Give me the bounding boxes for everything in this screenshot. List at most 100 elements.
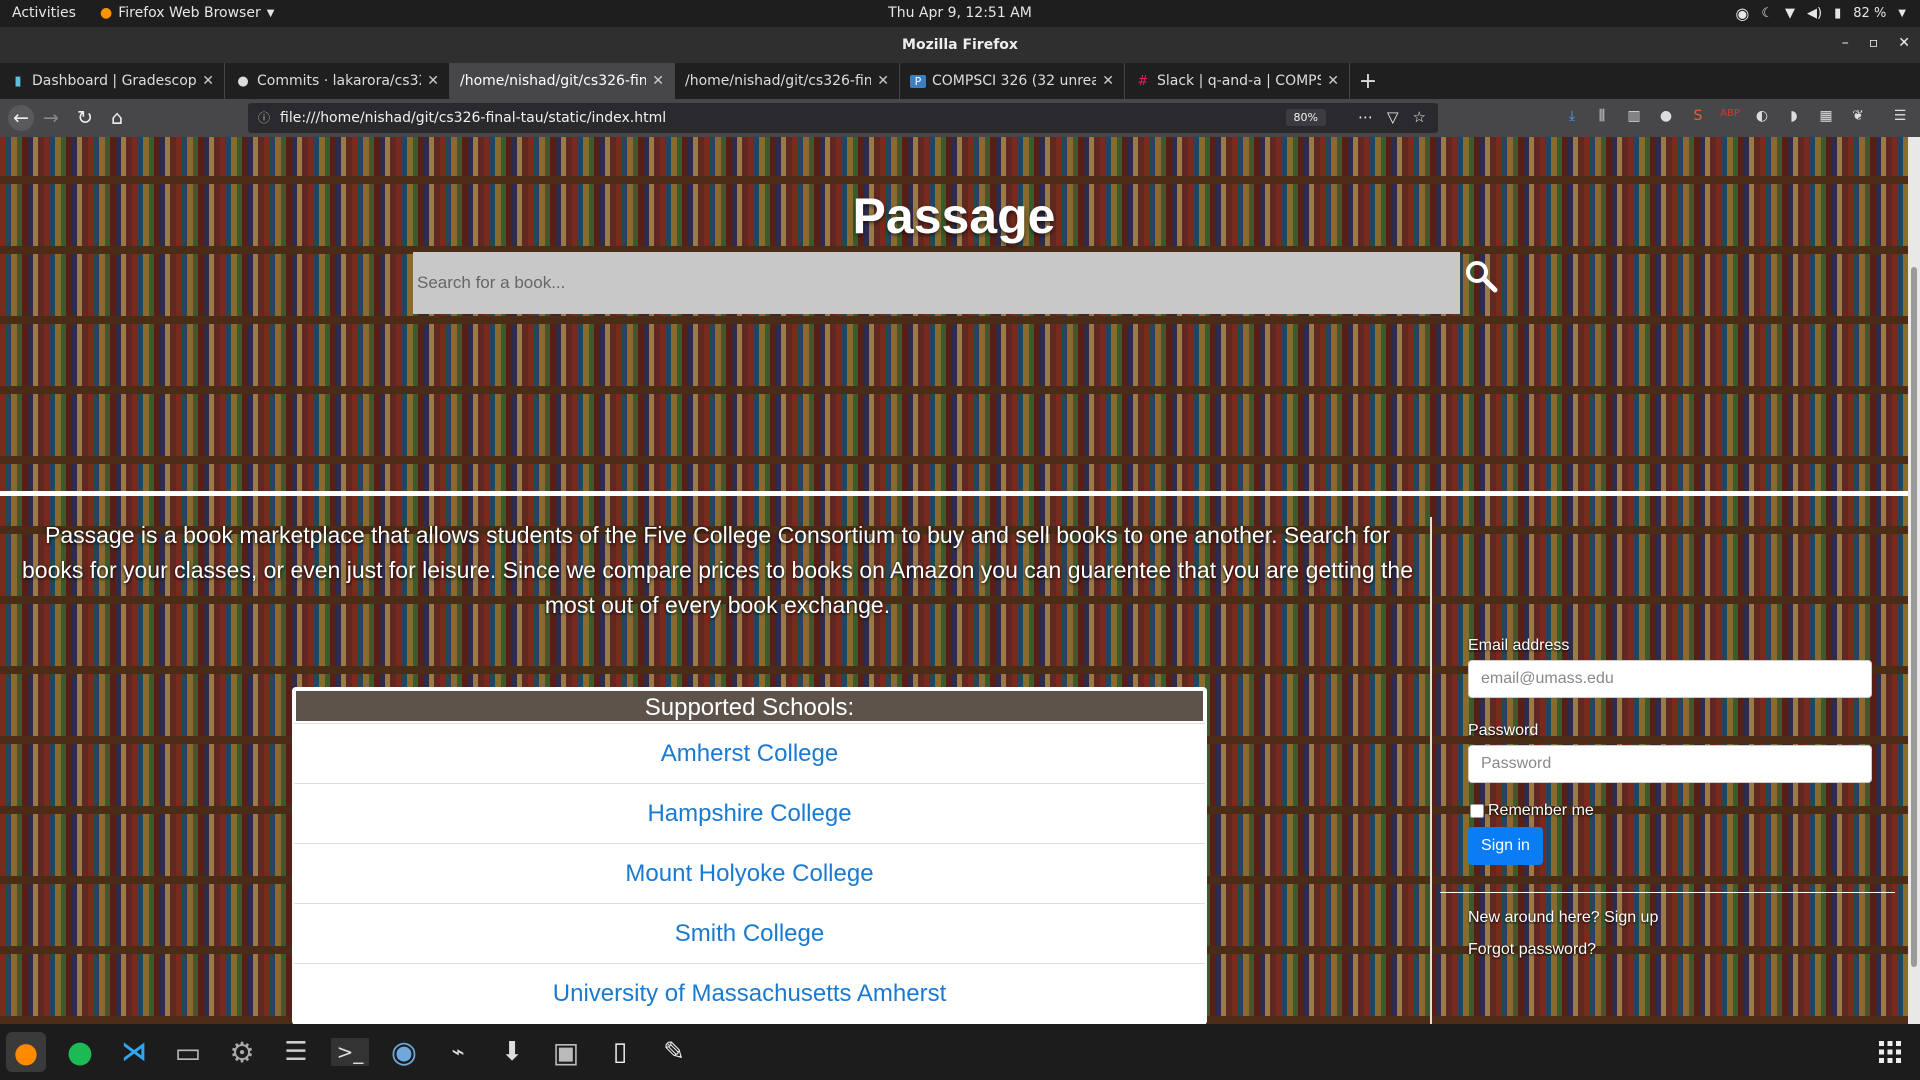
divider [0, 491, 1908, 496]
forgot-password-link[interactable]: Forgot password? [1468, 941, 1596, 959]
sidebar-icon[interactable]: ▥ [1624, 108, 1644, 124]
app-menu[interactable]: ● Firefox Web Browser ▼ [100, 5, 274, 21]
back-icon[interactable]: ← [8, 105, 34, 131]
library-icon[interactable]: ⫼ [1592, 108, 1612, 124]
night-light-icon[interactable]: ☾ [1761, 6, 1773, 21]
tab-label: Dashboard | Gradescope [32, 73, 197, 89]
tab-local-active[interactable]: /home/nishad/git/cs326-fin ✕ [450, 63, 675, 99]
url-text[interactable]: file:///home/nishad/git/cs326-final-tau/… [280, 110, 666, 126]
school-link[interactable]: Amherst College [294, 723, 1205, 783]
download-icon[interactable]: ⤓ [1562, 108, 1582, 124]
tab-piazza[interactable]: P COMPSCI 326 (32 unread ✕ [900, 63, 1125, 99]
pocket-icon[interactable]: ▽ [1387, 108, 1399, 126]
close-tab-icon[interactable]: ✕ [652, 73, 664, 89]
tab-slack[interactable]: # Slack | q-and-a | COMPSC ✕ [1125, 63, 1350, 99]
volume-icon[interactable]: ◀) [1807, 6, 1822, 21]
info-icon[interactable]: ⓘ [258, 109, 270, 126]
firefox-icon: ● [100, 5, 113, 21]
bookmark-star-icon[interactable]: ☆ [1413, 108, 1426, 126]
close-tab-icon[interactable]: ✕ [1102, 73, 1114, 89]
scrollbar-thumb[interactable] [1911, 267, 1917, 967]
chevron-down-icon[interactable]: ▼ [1898, 8, 1906, 19]
github-icon: ● [237, 73, 249, 89]
menu-icon[interactable]: ☰ [1890, 108, 1910, 124]
school-link[interactable]: University of Massachusetts Amherst [294, 963, 1205, 1023]
school-link[interactable]: Mount Holyoke College [294, 843, 1205, 903]
document-editor-icon[interactable]: ✎ [654, 1032, 694, 1072]
vscode-icon[interactable]: ⋊ [114, 1032, 154, 1072]
account-icon[interactable]: ● [1656, 108, 1676, 124]
login-divider [1440, 892, 1895, 893]
email-field[interactable] [1468, 660, 1872, 698]
screenshot-icon[interactable]: ▣ [546, 1032, 586, 1072]
system-tray[interactable]: ◉ ☾ ▼ ◀) ▮ 82 % ▼ [1735, 4, 1906, 23]
school-link[interactable]: Smith College [294, 903, 1205, 963]
tab-label: /home/nishad/git/cs326-fin [685, 73, 872, 89]
chevron-down-icon: ▼ [266, 7, 275, 19]
terminal-icon[interactable]: >_ [330, 1032, 370, 1072]
school-link[interactable]: Hampshire College [294, 783, 1205, 843]
clock[interactable]: Thu Apr 9, 12:51 AM [888, 5, 1032, 21]
close-tab-icon[interactable]: ✕ [877, 73, 889, 89]
extension-s-icon[interactable]: S [1688, 108, 1708, 124]
search-icon[interactable] [1464, 259, 1500, 295]
remember-label[interactable]: Remember me [1488, 802, 1594, 820]
page-content: Passage Passage is a book marketplace th… [0, 137, 1908, 1024]
battery-icon[interactable]: ▮ [1834, 6, 1841, 21]
files-icon[interactable]: ▭ [168, 1032, 208, 1072]
search-input[interactable] [413, 252, 1460, 314]
forward-icon[interactable]: → [38, 105, 64, 131]
close-tab-icon[interactable]: ✕ [1327, 73, 1339, 89]
remember-checkbox[interactable] [1470, 804, 1484, 818]
adblock-icon[interactable]: ABP [1720, 108, 1740, 119]
extension-grid-icon[interactable]: ▦ [1816, 108, 1836, 124]
tab-label: /home/nishad/git/cs326-fin [460, 73, 647, 89]
spotify-icon[interactable]: ● [60, 1032, 100, 1072]
chromium-icon[interactable]: ◉ [384, 1032, 424, 1072]
maximize-icon[interactable]: ▫ [1869, 35, 1879, 51]
wifi-icon[interactable]: ▼ [1785, 6, 1795, 21]
close-tab-icon[interactable]: ✕ [427, 73, 439, 89]
extension-drop-icon[interactable]: ◗ [1784, 108, 1804, 124]
show-applications-icon[interactable] [1878, 1040, 1902, 1064]
extension-icon[interactable]: ◐ [1752, 108, 1772, 124]
system-top-bar: Activities ● Firefox Web Browser ▼ Thu A… [0, 0, 1920, 27]
password-field[interactable] [1468, 745, 1872, 783]
chart-icon: ▮ [14, 73, 22, 89]
activities-button[interactable]: Activities [12, 5, 76, 21]
signin-button[interactable]: Sign in [1468, 827, 1543, 865]
close-icon[interactable]: ✕ [1898, 35, 1910, 51]
window-titlebar: Mozilla Firefox – ▫ ✕ [0, 27, 1920, 63]
window-title: Mozilla Firefox [902, 37, 1018, 53]
page-actions-icon[interactable]: ⋯ [1358, 108, 1373, 126]
navigation-bar: ← → ↻ ⌂ ⓘ file:///home/nishad/git/cs326-… [0, 99, 1920, 137]
firefox-icon[interactable]: ● [6, 1032, 46, 1072]
close-tab-icon[interactable]: ✕ [202, 73, 214, 89]
system-monitor-icon[interactable]: ⌁ [438, 1032, 478, 1072]
email-label: Email address [1468, 637, 1570, 654]
tab-gradescope[interactable]: ▮ Dashboard | Gradescope ✕ [0, 63, 225, 99]
schools-header: Supported Schools: [294, 689, 1205, 723]
reload-icon[interactable]: ↻ [72, 105, 98, 131]
zoom-level[interactable]: 80% [1285, 109, 1326, 126]
tab-github[interactable]: ● Commits · lakarora/cs326 ✕ [225, 63, 450, 99]
home-icon[interactable]: ⌂ [104, 105, 130, 131]
extension-leaf-icon[interactable]: ❦ [1848, 108, 1868, 124]
signup-link[interactable]: New around here? Sign up [1468, 909, 1658, 927]
url-bar[interactable]: ⓘ file:///home/nishad/git/cs326-final-ta… [248, 103, 1438, 133]
document-viewer-icon[interactable]: ▯ [600, 1032, 640, 1072]
schools-list: Supported Schools: Amherst College Hamps… [292, 687, 1207, 1024]
scrollbar[interactable] [1908, 137, 1920, 1024]
toggles-icon[interactable]: ☰ [276, 1032, 316, 1072]
record-icon[interactable]: ◉ [1735, 4, 1749, 23]
tab-label: Slack | q-and-a | COMPSC [1157, 73, 1322, 89]
dock: ● ● ⋊ ▭ ⚙ ☰ >_ ◉ ⌁ ⬇ ▣ ▯ ✎ [0, 1024, 1920, 1080]
tab-local[interactable]: /home/nishad/git/cs326-fin ✕ [675, 63, 900, 99]
minimize-icon[interactable]: – [1842, 35, 1849, 51]
about-text: Passage is a book marketplace that allow… [22, 522, 1413, 618]
app-menu-label: Firefox Web Browser [118, 5, 261, 21]
new-tab-button[interactable]: + [1350, 63, 1386, 99]
piazza-icon: P [910, 74, 926, 88]
settings-icon[interactable]: ⚙ [222, 1032, 262, 1072]
software-install-icon[interactable]: ⬇ [492, 1032, 532, 1072]
